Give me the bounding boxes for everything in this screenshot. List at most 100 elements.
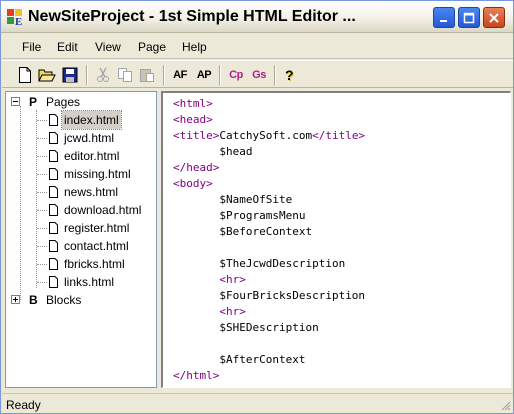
html-tag-token: </html>	[173, 369, 220, 382]
text-token: $TheJcwdDescription	[219, 257, 346, 270]
code-line: </html>	[173, 368, 365, 384]
menu-bar: File Edit View Page Help	[2, 35, 513, 59]
save-button[interactable]	[60, 65, 80, 85]
menu-view[interactable]: View	[89, 38, 127, 56]
tree-file-item[interactable]: register.html	[6, 219, 156, 237]
close-icon	[489, 12, 499, 23]
code-line: $BeforeContext	[173, 224, 365, 240]
text-token: $FourBricksDescription	[219, 289, 366, 302]
html-file-icon	[49, 150, 58, 162]
html-file-icon	[49, 168, 58, 180]
menu-page[interactable]: Page	[132, 38, 172, 56]
html-file-icon	[49, 204, 58, 216]
collapse-icon[interactable]	[11, 97, 20, 106]
add-file-button[interactable]: AF	[169, 65, 191, 85]
text-token: $ProgramsMenu	[219, 209, 306, 222]
maximize-button[interactable]	[458, 7, 480, 28]
code-text[interactable]: <html> <head> <title>CatchySoft.com</title…	[173, 96, 365, 384]
tree-file-item[interactable]: missing.html	[6, 165, 156, 183]
pages-node-label: Pages	[46, 95, 81, 109]
copy-icon	[118, 68, 132, 82]
minimize-icon	[440, 19, 447, 22]
project-tree[interactable]: P Pages index.html jcwd.html editor.html mi…	[5, 91, 157, 388]
help-button[interactable]: ?	[279, 65, 299, 85]
tree-file-item[interactable]: jcwd.html	[6, 129, 156, 147]
code-editor[interactable]: <html> <head> <title>CatchySoft.com</title…	[161, 91, 511, 388]
menu-file[interactable]: File	[16, 38, 47, 56]
tree-file-item[interactable]: fbricks.html	[6, 255, 156, 273]
tree-guide	[37, 246, 47, 247]
resize-grip-icon[interactable]	[499, 399, 511, 411]
text-token: $NameOfSite	[219, 193, 293, 206]
add-page-button[interactable]: AP	[193, 65, 215, 85]
tree-file-item[interactable]: contact.html	[6, 237, 156, 255]
code-line: $FourBricksDescription	[173, 288, 365, 304]
tree-file-item[interactable]: index.html	[6, 110, 156, 130]
toolbar: AF AP Cp Gs ?	[2, 60, 513, 88]
tree-node-pages[interactable]: P Pages	[6, 93, 156, 111]
html-file-icon	[49, 258, 58, 270]
help-icon: ?	[284, 67, 294, 83]
menu-help[interactable]: Help	[176, 38, 213, 56]
tree-file-label: index.html	[61, 110, 122, 130]
toolbar-separator	[274, 65, 276, 85]
toolbar-separator	[219, 65, 221, 85]
tree-file-item[interactable]: download.html	[6, 201, 156, 219]
html-file-icon	[49, 276, 58, 288]
code-line: <title>CatchySoft.com</title>	[173, 128, 365, 144]
code-line: <hr>	[173, 272, 365, 288]
title-bar[interactable]: E NewSiteProject - 1st Simple HTML Edito…	[1, 1, 513, 33]
tree-guide	[37, 174, 47, 175]
text-token: $BeforeContext	[219, 225, 313, 238]
cut-button[interactable]	[93, 65, 113, 85]
new-file-icon	[19, 67, 31, 83]
menu-edit[interactable]: Edit	[51, 38, 84, 56]
copy-page-button[interactable]: Cp	[225, 65, 247, 85]
html-tag-token: <html>	[173, 97, 213, 110]
tree-node-blocks[interactable]: B Blocks	[6, 291, 156, 309]
generate-site-button[interactable]: Gs	[248, 65, 270, 85]
copy-button[interactable]	[115, 65, 135, 85]
code-line: <hr>	[173, 304, 365, 320]
tree-file-item[interactable]: editor.html	[6, 147, 156, 165]
window-title: NewSiteProject - 1st Simple HTML Editor …	[28, 8, 356, 25]
html-file-icon	[49, 132, 58, 144]
paste-button[interactable]	[137, 65, 157, 85]
tree-file-label: links.html	[64, 275, 115, 289]
text-token: $head	[219, 145, 253, 158]
code-line: $ProgramsMenu	[173, 208, 365, 224]
text-token: $SHEDescription	[219, 321, 319, 334]
code-line: <head>	[173, 112, 365, 128]
svg-text:E: E	[15, 16, 22, 26]
code-line: $AfterContext	[173, 352, 365, 368]
minimize-button[interactable]	[433, 7, 455, 28]
tree-file-item[interactable]: news.html	[6, 183, 156, 201]
html-tag-token: <hr>	[219, 273, 246, 286]
html-tag-token: <title>	[173, 129, 220, 142]
html-file-icon	[49, 222, 58, 234]
expand-icon[interactable]	[11, 295, 20, 304]
maximize-icon	[463, 12, 475, 23]
close-button[interactable]	[483, 7, 505, 28]
open-button[interactable]	[37, 65, 57, 85]
blocks-node-label: Blocks	[46, 293, 82, 307]
tree-file-label: register.html	[64, 221, 130, 235]
tree-guide	[37, 210, 47, 211]
html-file-icon	[49, 114, 58, 126]
tree-file-item[interactable]: links.html	[6, 273, 156, 291]
html-tag-token: <body>	[173, 177, 213, 190]
html-tag-token: </head>	[173, 161, 220, 174]
tree-guide	[37, 282, 47, 283]
tree-file-label: jcwd.html	[64, 131, 115, 145]
new-file-button[interactable]	[15, 65, 35, 85]
code-line: <body>	[173, 176, 365, 192]
app-window: E NewSiteProject - 1st Simple HTML Edito…	[0, 0, 514, 414]
